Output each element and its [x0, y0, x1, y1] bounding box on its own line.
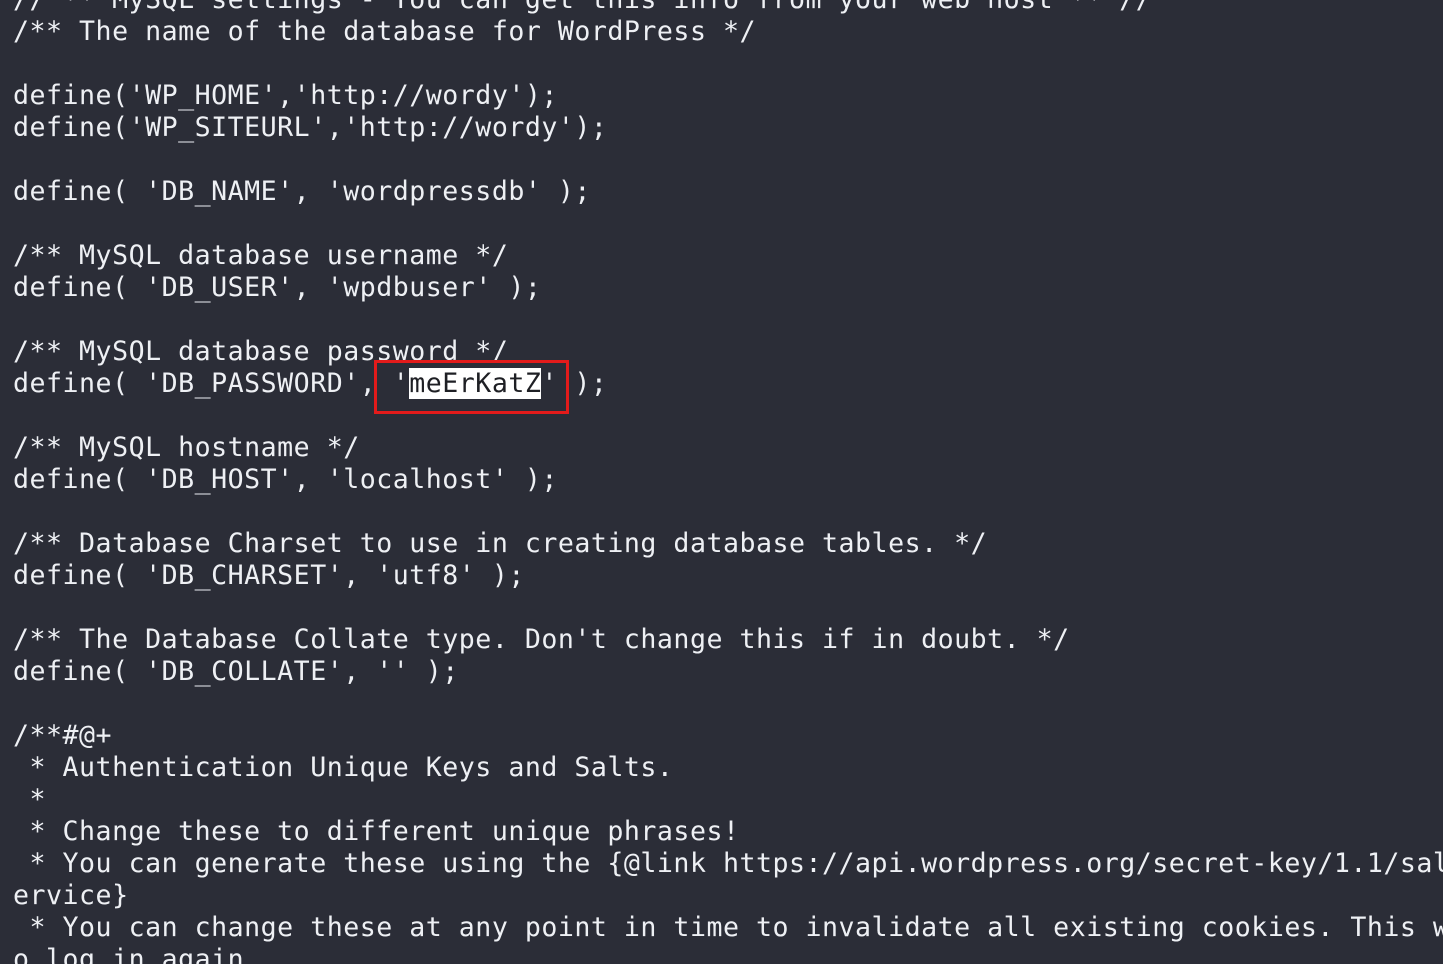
code-segment: define( 'DB_PASSWORD', ' — [13, 368, 410, 399]
code-line: ervice} — [13, 880, 129, 911]
code-line: define( 'DB_USER', 'wpdbuser' ); — [13, 272, 542, 303]
code-line: /** The Database Collate type. Don't cha… — [13, 624, 1070, 655]
code-line: /**#@+ — [13, 720, 113, 751]
code-line: /** Database Charset to use in creating … — [13, 528, 988, 559]
code-line: * — [13, 784, 47, 815]
code-line: /** MySQL hostname */ — [13, 432, 360, 463]
code-line: * Change these to different unique phras… — [13, 816, 740, 847]
code-line: o log in again. — [13, 944, 261, 964]
code-line: * Authentication Unique Keys and Salts. — [13, 752, 674, 783]
code-line: /** The name of the database for WordPre… — [13, 16, 756, 47]
code-line: define('WP_HOME','http://wordy'); — [13, 80, 558, 111]
code-line: define( 'DB_HOST', 'localhost' ); — [13, 464, 558, 495]
file-content: // ** MySQL settings - You can get this … — [13, 0, 1443, 964]
code-line: define( 'DB_CHARSET', 'utf8' ); — [13, 560, 525, 591]
code-line: define( 'DB_PASSWORD', 'meErKatZ' ); — [13, 368, 1443, 400]
selected-password-text[interactable]: meErKatZ — [409, 368, 542, 399]
terminal-window[interactable]: // ** MySQL settings - You can get this … — [0, 0, 1443, 964]
code-line: // ** MySQL settings - You can get this … — [13, 0, 1443, 16]
code-line: define( 'DB_NAME', 'wordpressdb' ); — [13, 176, 591, 207]
code-segment: ' ); — [541, 368, 608, 399]
code-line: define('WP_SITEURL','http://wordy'); — [13, 112, 608, 143]
code-line: * You can change these at any point in t… — [29, 912, 1443, 943]
code-line: /** MySQL database password */ — [13, 336, 509, 367]
code-line: /** MySQL database username */ — [13, 240, 509, 271]
code-line: define( 'DB_COLLATE', '' ); — [13, 656, 459, 687]
code-line: * You can generate these using the {@lin… — [29, 848, 1443, 879]
